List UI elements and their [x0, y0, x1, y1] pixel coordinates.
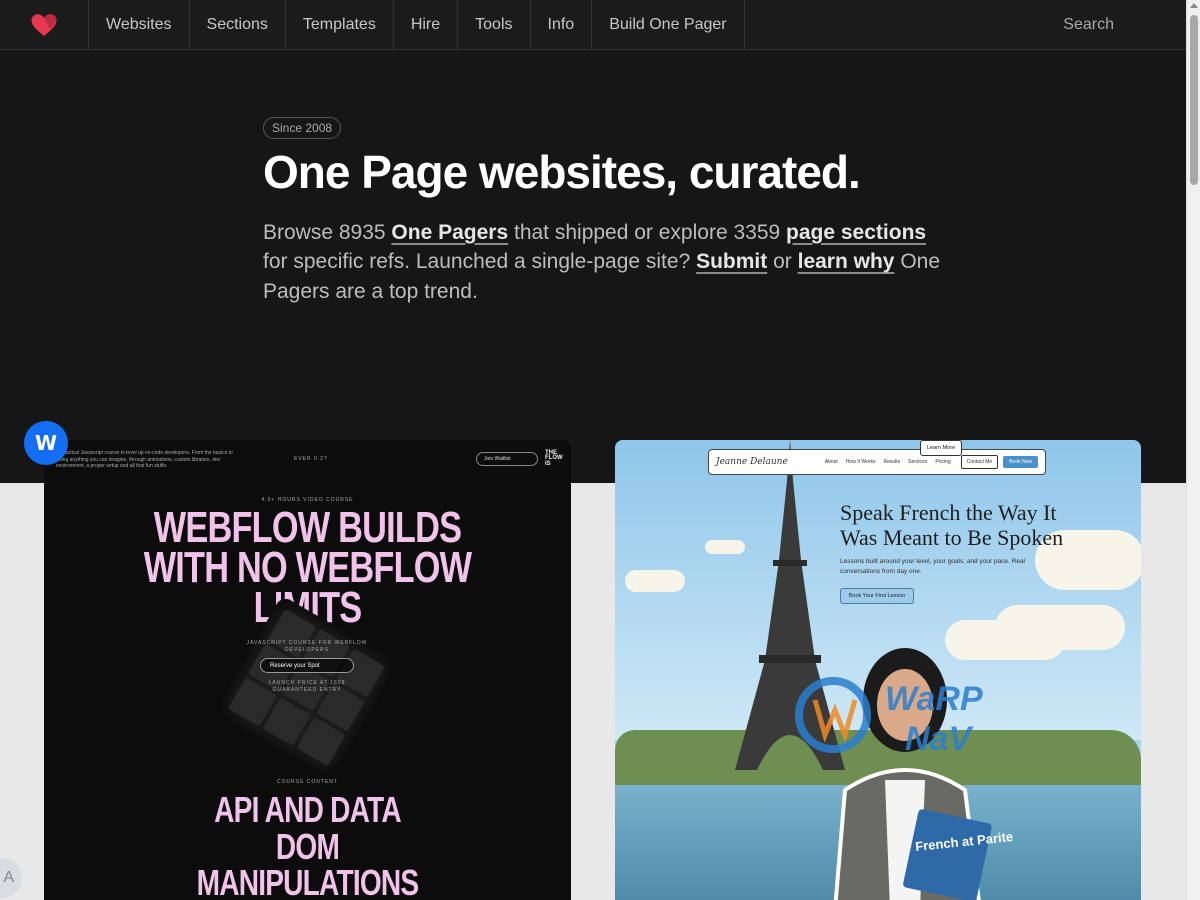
heart-logo-icon[interactable] [0, 0, 89, 49]
nav-item-info[interactable]: Info [531, 0, 593, 49]
card-headline-line2: WITH NO WEBFLOW [143, 543, 472, 592]
preview-headline: Speak French the Way It Was Meant to Be … [840, 500, 1064, 551]
lead-text: Browse 8935 [263, 220, 392, 244]
card-headline-line1: WEBFLOW BUILDS [153, 503, 462, 552]
hero-lead: Browse 8935 One Pagers that shipped or e… [263, 218, 943, 307]
site-card-webflow-course[interactable]: A practical Javascript course to level u… [44, 440, 571, 900]
lead-text: or [767, 250, 798, 274]
preview-brand: Jeanne Delaune [716, 457, 788, 467]
webflow-badge-icon[interactable]: W [24, 421, 68, 465]
cloud-shape [625, 570, 685, 592]
js-course-label: JAVASCRIPT COURSE FOR WEBFLOW DEVELOPERS [246, 640, 368, 653]
join-waitlist-button: Join Waitlist [476, 452, 538, 466]
preview-nav-link: Pricing [935, 459, 951, 465]
preview-nav-link: Results [883, 459, 901, 465]
scrollbar[interactable] [1186, 0, 1200, 900]
page-sections-link[interactable]: page sections [786, 221, 926, 244]
course-content-label: COURSE CONTENT [277, 779, 338, 785]
scrollbar-thumb[interactable] [1190, 15, 1198, 185]
preview-nav-link: Services [908, 459, 928, 465]
preview-subtext: Lessons built around your level, your go… [840, 558, 1025, 575]
preview-book-button: Book Now [1003, 456, 1038, 468]
nav-item-websites[interactable]: Websites [89, 0, 190, 49]
site-card-french-tutor[interactable]: WaRP NaV Jeanne Delaune About How It Wor… [615, 440, 1141, 900]
nav-item-tools[interactable]: Tools [458, 0, 531, 49]
preview-contact-button: Contact Me [960, 455, 999, 469]
lead-text: for specific refs. Launched a single-pag… [263, 250, 697, 274]
nav-item-hire[interactable]: Hire [394, 0, 459, 49]
svg-text:NaV: NaV [905, 720, 974, 758]
lead-text: that shipped or explore 3359 [508, 220, 787, 244]
hero-section: Since 2008 One Page websites, curated. B… [263, 117, 943, 307]
nav-item-templates[interactable]: Templates [286, 0, 394, 49]
since-badge: Since 2008 [263, 117, 342, 139]
preview-primary-button: Book Your First Lesson [840, 588, 914, 604]
search-button[interactable]: Search [1063, 0, 1186, 49]
nav-item-sections[interactable]: Sections [190, 0, 286, 49]
launch-price-label: LAUNCH PRICE AT 169$ GUARANTEED ENTRY [268, 680, 346, 693]
one-pagers-link[interactable]: One Pagers [391, 221, 508, 244]
preview-nav-link: About [824, 459, 838, 465]
scroll-up-arrow-icon[interactable] [1190, 3, 1198, 8]
topic-line1: API AND DATA [214, 789, 401, 830]
page-title: One Page websites, curated. [263, 146, 861, 198]
learn-why-link[interactable]: learn why [798, 250, 895, 273]
nav-item-build-one-pager[interactable]: Build One Pager [592, 0, 745, 49]
topic-line2: DOM [275, 826, 340, 867]
card-intro-text: A practical Javascript course to level u… [56, 450, 233, 469]
top-nav: Websites Sections Templates Hire Tools I… [0, 0, 1186, 50]
svg-text:WaRP: WaRP [885, 680, 983, 718]
preview-secondary-button: Learn More [920, 440, 963, 456]
card-logo: THE FLOW IS [545, 450, 563, 467]
card-ever-text: EVER 0.2? [294, 456, 328, 462]
submit-link[interactable]: Submit [696, 250, 767, 273]
preview-nav-link: How It Works [845, 459, 876, 465]
topic-line3: MANIPULATIONS [196, 862, 420, 900]
cloud-shape [995, 605, 1125, 650]
reserve-spot-button: Reserve your Spot [260, 658, 354, 673]
preview-nav: Jeanne Delaune About How It Works Result… [708, 449, 1046, 475]
warp-nav-watermark-icon: WaRP NaV [795, 677, 983, 758]
